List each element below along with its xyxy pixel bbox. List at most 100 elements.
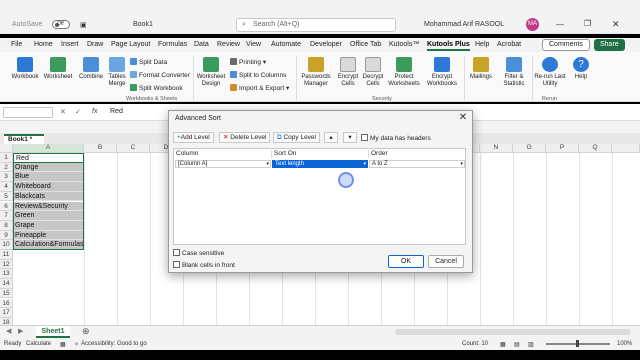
row-header[interactable]: 14 [0,279,13,289]
printing-button[interactable]: Printing ▾ [230,58,266,66]
tab-kutools[interactable]: Kutools™ [389,41,419,48]
case-sensitive-checkbox[interactable]: Case sensitive [173,249,224,257]
row-header[interactable]: 17 [0,308,13,318]
select-all-corner[interactable] [0,144,13,153]
row-header[interactable]: 11 [0,250,13,260]
format-converter-button[interactable]: Format Converter [130,71,190,79]
normal-view-icon[interactable]: ▦ [500,341,506,348]
confirm-formula-icon[interactable]: ✓ [75,108,81,116]
row-header[interactable]: 15 [0,288,13,299]
fx-icon[interactable]: fx [92,108,97,115]
workbook-tab[interactable]: Book1 * [4,134,44,144]
close-icon[interactable]: ✕ [612,19,620,30]
column-header[interactable]: Q [579,144,612,153]
blank-cells-in-front-checkbox[interactable]: Blank cells in front [173,261,235,269]
tab-kutools-plus[interactable]: Kutools Plus [427,41,470,51]
avatar[interactable]: MA [526,18,539,31]
add-sheet-icon[interactable]: ⊕ [82,326,90,337]
dialog-close-icon[interactable]: ✕ [457,112,469,124]
next-sheet-icon[interactable]: ▶ [18,327,23,335]
row-header[interactable]: 3 [0,172,13,183]
horizontal-scrollbar[interactable] [395,329,631,335]
move-up-button[interactable]: ▴ [324,132,338,143]
minimize-icon[interactable]: — [556,20,564,29]
encrypt-cells-button[interactable]: Encrypt Cells [336,57,360,88]
macro-icon[interactable]: ▦ [60,341,66,348]
sheet-tab-sheet1[interactable]: Sheet1 [36,326,70,338]
tab-acrobat[interactable]: Acrobat [497,41,521,48]
row-header[interactable]: 9 [0,230,13,241]
mailings-button[interactable]: Mailings [466,57,496,81]
row-header[interactable]: 18 [0,317,13,325]
sort-on-select[interactable]: Text length ▾ [272,160,368,168]
row-header[interactable]: 16 [0,298,13,309]
tables-merge-button[interactable]: Tables Merge [106,57,128,88]
zoom-level[interactable]: 100% [617,341,632,347]
row-header[interactable]: 7 [0,211,13,221]
column-header[interactable]: B [84,144,117,153]
split-data-button[interactable]: Split Data [130,58,167,66]
filter-statistic-button[interactable]: Filter & Statistic [499,57,529,88]
my-data-has-headers-checkbox[interactable]: My data has headers [361,134,431,142]
status-accessibility[interactable]: Accessibility: Good to go [81,341,147,347]
share-button[interactable]: Share [594,39,625,51]
row-header[interactable]: 1 [0,153,13,163]
formula-input[interactable]: Red [110,108,123,115]
tab-page-layout[interactable]: Page Layout [111,41,150,48]
save-icon[interactable]: ▣ [80,21,87,29]
tab-formulas[interactable]: Formulas [158,41,187,48]
tab-file[interactable]: File [11,41,22,48]
decrypt-cells-button[interactable]: Decrypt Cells [361,57,385,88]
move-down-button[interactable]: ▾ [343,132,357,143]
maximize-icon[interactable]: ❐ [584,19,591,28]
column-header[interactable]: A [13,144,84,153]
passwords-manager-button[interactable]: Passwords Manager [299,57,333,88]
row-header[interactable]: 13 [0,269,13,280]
combine-button[interactable]: Combine [77,57,105,81]
tab-view[interactable]: View [246,41,261,48]
workbook-button[interactable]: Workbook [10,57,40,81]
name-box[interactable] [3,107,53,118]
import-export-button[interactable]: Import & Export ▾ [230,84,289,92]
column-header[interactable]: N [480,144,513,153]
search-input[interactable]: ⌕ Search (Alt+Q) [236,18,396,32]
zoom-slider-thumb[interactable] [576,340,579,347]
page-break-icon[interactable]: ▥ [528,341,534,348]
split-to-columns-button[interactable]: Split to Columns [230,71,286,79]
delete-level-button[interactable]: ✕ Delete Level [219,132,271,143]
tab-office-tab[interactable]: Office Tab [350,41,381,48]
split-workbook-button[interactable]: Split Workbook [130,84,183,92]
row-header[interactable]: 8 [0,220,13,231]
page-layout-icon[interactable]: ▤ [514,341,520,348]
row-header[interactable]: 10 [0,240,13,250]
rerun-button[interactable]: Re-run Last Utility [534,57,566,88]
tab-home[interactable]: Home [34,41,53,48]
prev-sheet-icon[interactable]: ◀ [6,327,11,335]
row-header[interactable]: 4 [0,182,13,192]
column-header[interactable]: C [117,144,150,153]
row-header[interactable]: 5 [0,191,13,202]
worksheet-design-button[interactable]: Worksheet Design [196,57,226,88]
tab-automate[interactable]: Automate [271,41,301,48]
worksheet-button[interactable]: Worksheet [42,57,74,81]
column-header[interactable]: P [546,144,579,153]
ok-button[interactable]: OK [388,255,424,268]
encrypt-workbooks-button[interactable]: Encrypt Workbooks [424,57,460,88]
help-button[interactable]: ? Help [569,57,593,81]
comments-button[interactable]: Comments [542,39,590,51]
cancel-formula-icon[interactable]: ✕ [60,108,66,116]
tab-data[interactable]: Data [194,41,209,48]
add-level-button[interactable]: +Add Level [173,132,214,143]
column-select[interactable]: [Column A] ▾ [175,160,271,168]
row-header[interactable]: 6 [0,201,13,212]
protect-worksheets-button[interactable]: Protect Worksheets [387,57,421,88]
row-header[interactable]: 2 [0,162,13,173]
tab-insert[interactable]: Insert [61,41,79,48]
tab-review[interactable]: Review [217,41,240,48]
status-calculate[interactable]: Calculate [26,341,51,347]
copy-level-button[interactable]: ⧉ Copy Level [273,132,320,143]
column-header[interactable]: O [513,144,546,153]
cancel-button[interactable]: Cancel [428,255,464,268]
column-header[interactable] [612,144,640,153]
order-select[interactable]: A to Z ▾ [369,160,465,168]
